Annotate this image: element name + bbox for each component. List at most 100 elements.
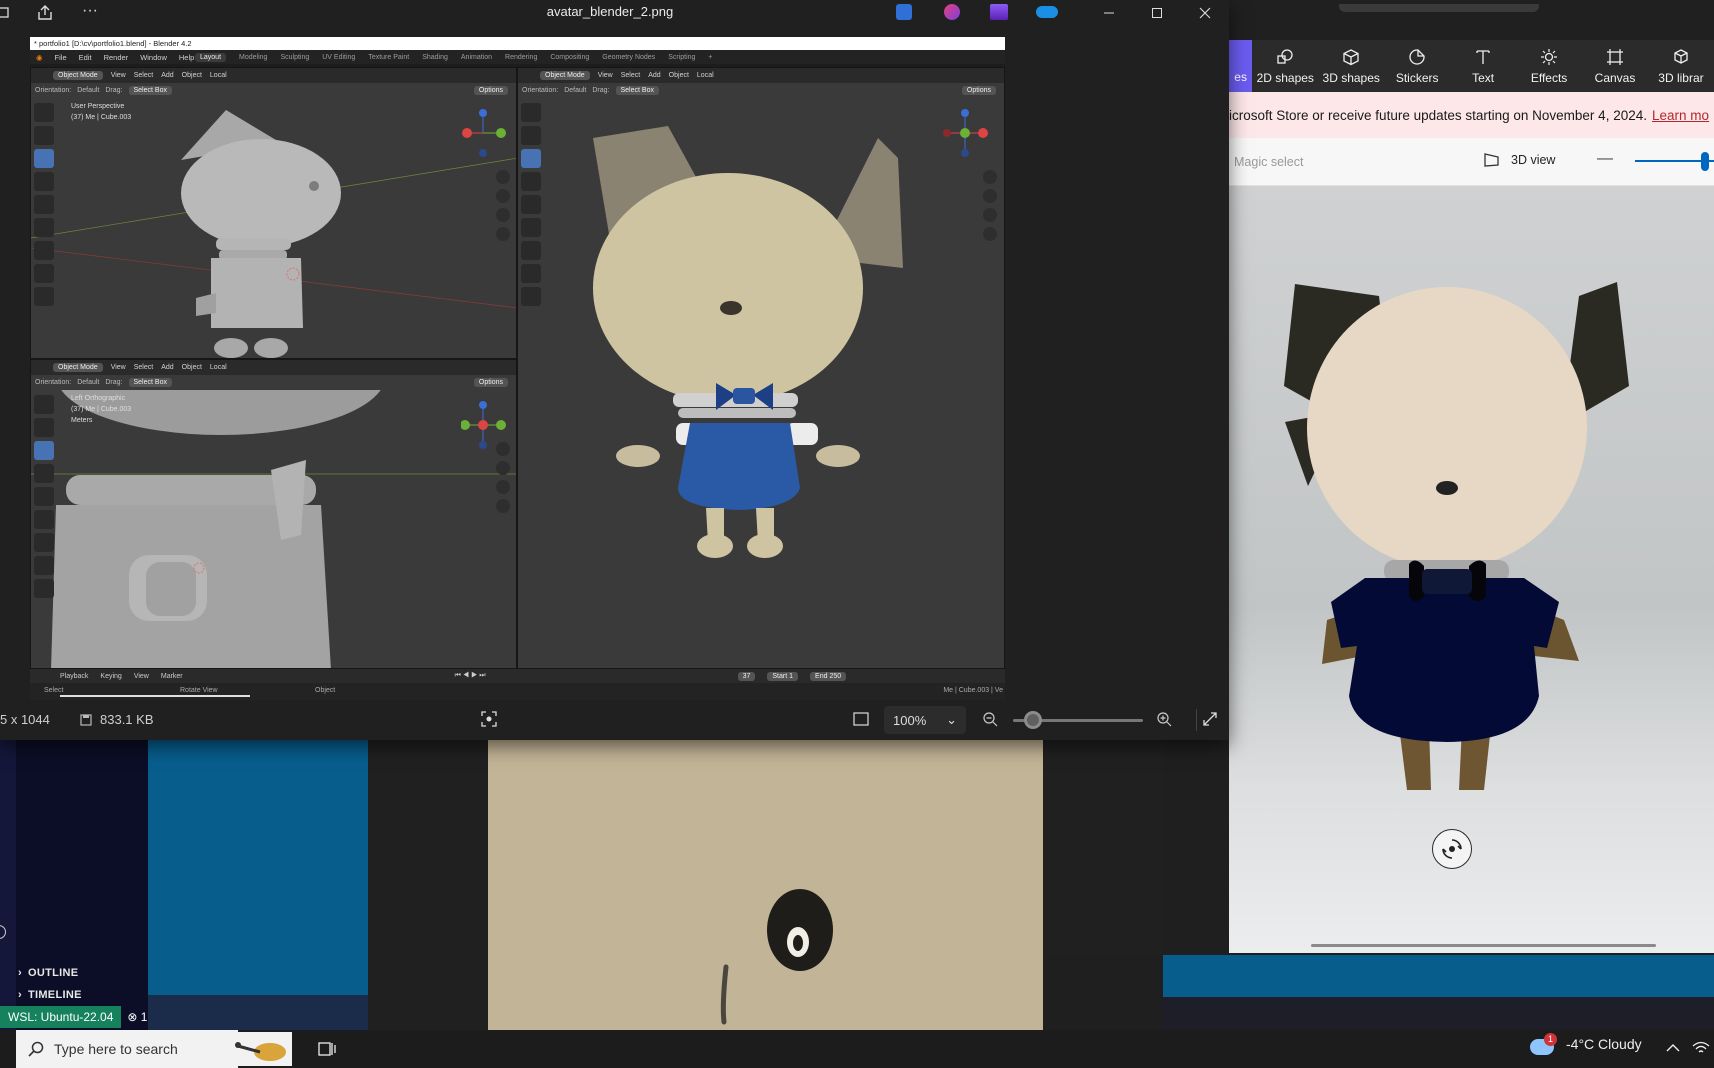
background-window — [1043, 735, 1163, 955]
outline-section[interactable]: › OUTLINE — [18, 963, 148, 983]
toolbar — [521, 103, 541, 306]
taskbar-search[interactable]: Type here to search — [16, 1030, 238, 1068]
vscode-panel — [148, 995, 368, 1030]
zoom-out-button[interactable]: — — [1597, 150, 1613, 168]
model-gray-side — [181, 110, 341, 358]
file-size: 833.1 KB — [80, 712, 154, 727]
vscode-activity-bar — [0, 735, 16, 1030]
clipchamp-icon[interactable] — [990, 4, 1008, 20]
viewport-user-perspective: Object Mode View Select Add Object Local… — [30, 67, 517, 359]
chevron-right-icon: › — [18, 967, 22, 979]
zoom-slider-thumb[interactable] — [1701, 152, 1709, 171]
blender-status-bar: Select Rotate View Object Me | Cube.003 … — [30, 683, 1005, 700]
paint3d-canvas[interactable] — [1229, 186, 1714, 953]
zoom-in-icon[interactable] — [1156, 711, 1172, 727]
viewport-info: Left Orthographic (37) Me | Cube.003 Met… — [71, 395, 132, 424]
save-icon — [80, 713, 92, 726]
chevron-up-icon[interactable] — [1666, 1042, 1680, 1054]
view-navigation[interactable] — [496, 170, 510, 241]
navigation-gizmo[interactable] — [461, 108, 506, 158]
viewport-solid: Object Mode View Select Add Object Local… — [517, 67, 1005, 669]
share-icon[interactable] — [36, 4, 54, 22]
tool-effects[interactable]: Effects — [1516, 40, 1582, 92]
view-navigation[interactable] — [983, 170, 997, 241]
wifi-icon[interactable] — [1692, 1040, 1710, 1056]
onedrive-icon[interactable] — [1036, 6, 1058, 18]
zoom-slider-thumb[interactable] — [1024, 711, 1042, 729]
chevron-right-icon: › — [18, 989, 22, 1001]
magic-select-button[interactable]: Magic select — [1234, 155, 1303, 169]
zoom-out-icon[interactable] — [982, 711, 998, 727]
horizontal-scrollbar[interactable] — [1311, 944, 1656, 947]
blender-screenshot: * portfolio1 [D:\cv\portfolio1.blend] - … — [30, 37, 1005, 700]
edit-image-icon[interactable] — [896, 4, 912, 20]
photos-window: ··· avatar_blender_2.png * portfolio1 [D… — [0, 0, 1229, 740]
navigation-gizmo[interactable] — [943, 108, 988, 158]
3d-view-icon — [1483, 152, 1501, 168]
vscode-status-bar: WSL: Ubuntu-22.04 ⊗ 1 4 — [0, 1006, 157, 1028]
paint3d-window: es 2D shapes 3D shapes Stickers Text Eff… — [1229, 0, 1714, 953]
viewport-tool-settings: Orientation: Default Drag: Select Box Opti… — [31, 83, 516, 97]
minimize-button[interactable] — [1085, 0, 1133, 26]
maximize-button[interactable] — [1133, 0, 1181, 26]
paint3d-titlebar — [1229, 0, 1714, 40]
2d-shapes-icon — [1276, 48, 1294, 66]
blender-title: * portfolio1 [D:\cv\portfolio1.blend] - … — [30, 37, 1005, 50]
rotate-view-button[interactable] — [1432, 829, 1472, 869]
paint3d-toolbar: Magic select 3D view — — [1229, 138, 1714, 186]
visual-search-icon[interactable] — [481, 711, 497, 727]
viewport-tool-settings: Orientation: Default Drag: Select Box Opti… — [518, 83, 1004, 97]
paint3d-tools: es 2D shapes 3D shapes Stickers Text Eff… — [1229, 40, 1714, 92]
window-title: avatar_blender_2.png — [546, 4, 674, 19]
effects-icon — [1540, 48, 1558, 66]
background-window — [368, 735, 488, 1030]
taskbar: Type here to search 1 -4°C Cloudy — [0, 1030, 1714, 1068]
stickers-icon — [1408, 48, 1426, 66]
task-view-icon[interactable] — [318, 1040, 336, 1058]
tool-text[interactable]: Text — [1450, 40, 1516, 92]
rotate-icon — [1442, 839, 1462, 859]
more-options-icon[interactable]: ··· — [82, 2, 98, 20]
vscode-editor-area — [1163, 955, 1714, 997]
tool-3d-library[interactable]: 3D librar — [1648, 40, 1714, 92]
avatar-model — [1284, 282, 1629, 790]
timeline-header: Playback Keying View Marker ⏮ ◀ ▶ ⏭ 37 S… — [30, 669, 1005, 683]
add-workspace-icon: + — [708, 53, 713, 61]
search-icon — [28, 1041, 44, 1057]
search-highlight-image — [230, 1032, 292, 1066]
fullscreen-icon[interactable] — [1202, 711, 1218, 727]
viewport-header: Object Mode View Select Add Object Local — [518, 68, 1004, 83]
texture-image — [488, 735, 1043, 1068]
viewport-info: User Perspective (37) Me | Cube.003 — [71, 103, 132, 121]
tool-stickers[interactable]: Stickers — [1384, 40, 1450, 92]
text-icon — [1474, 48, 1492, 66]
3d-shapes-icon — [1342, 48, 1360, 66]
playback-controls: ⏮ ◀ ▶ ⏭ — [454, 672, 486, 679]
model-gray-front — [51, 390, 381, 668]
learn-more-link[interactable]: Learn mo — [1652, 108, 1709, 123]
tool-2d-shapes[interactable]: 2D shapes — [1252, 40, 1318, 92]
wsl-remote-indicator[interactable]: WSL: Ubuntu-22.04 — [0, 1006, 122, 1028]
avatar-model-solid — [593, 126, 903, 558]
toolbar — [34, 103, 54, 306]
update-banner: icrosoft Store or receive future updates… — [1229, 92, 1714, 138]
fit-to-window-icon[interactable] — [853, 712, 869, 726]
zoom-select[interactable]: 100% ⌄ — [884, 706, 966, 734]
tool-canvas[interactable]: Canvas — [1582, 40, 1648, 92]
close-button[interactable] — [1181, 0, 1229, 26]
weather-widget[interactable]: 1 -4°C Cloudy — [1530, 1033, 1642, 1055]
vscode-editor-area — [148, 735, 368, 995]
viewport-header: Object Mode View Select Add Object Local — [31, 360, 516, 375]
photos-footer: 5 x 1044 833.1 KB 100% ⌄ — [0, 700, 1229, 740]
3d-view-button[interactable]: 3D view — [1483, 152, 1555, 168]
app-menu-icon[interactable] — [0, 5, 11, 19]
tool-3d-shapes[interactable]: 3D shapes — [1318, 40, 1384, 92]
workspace-tabs: Layout Modeling Sculpting UV Editing Tex… — [195, 50, 713, 64]
designer-icon[interactable] — [944, 4, 960, 20]
error-icon: ⊗ — [127, 1010, 141, 1024]
tab-brushes[interactable]: es — [1229, 40, 1253, 92]
timeline-section[interactable]: › TIMELINE — [18, 985, 148, 1005]
viewport-tool-settings: Orientation: Default Drag: Select Box Opti… — [31, 375, 516, 389]
blender-logo-icon: ◉ — [36, 52, 43, 62]
view-navigation[interactable] — [496, 442, 510, 513]
